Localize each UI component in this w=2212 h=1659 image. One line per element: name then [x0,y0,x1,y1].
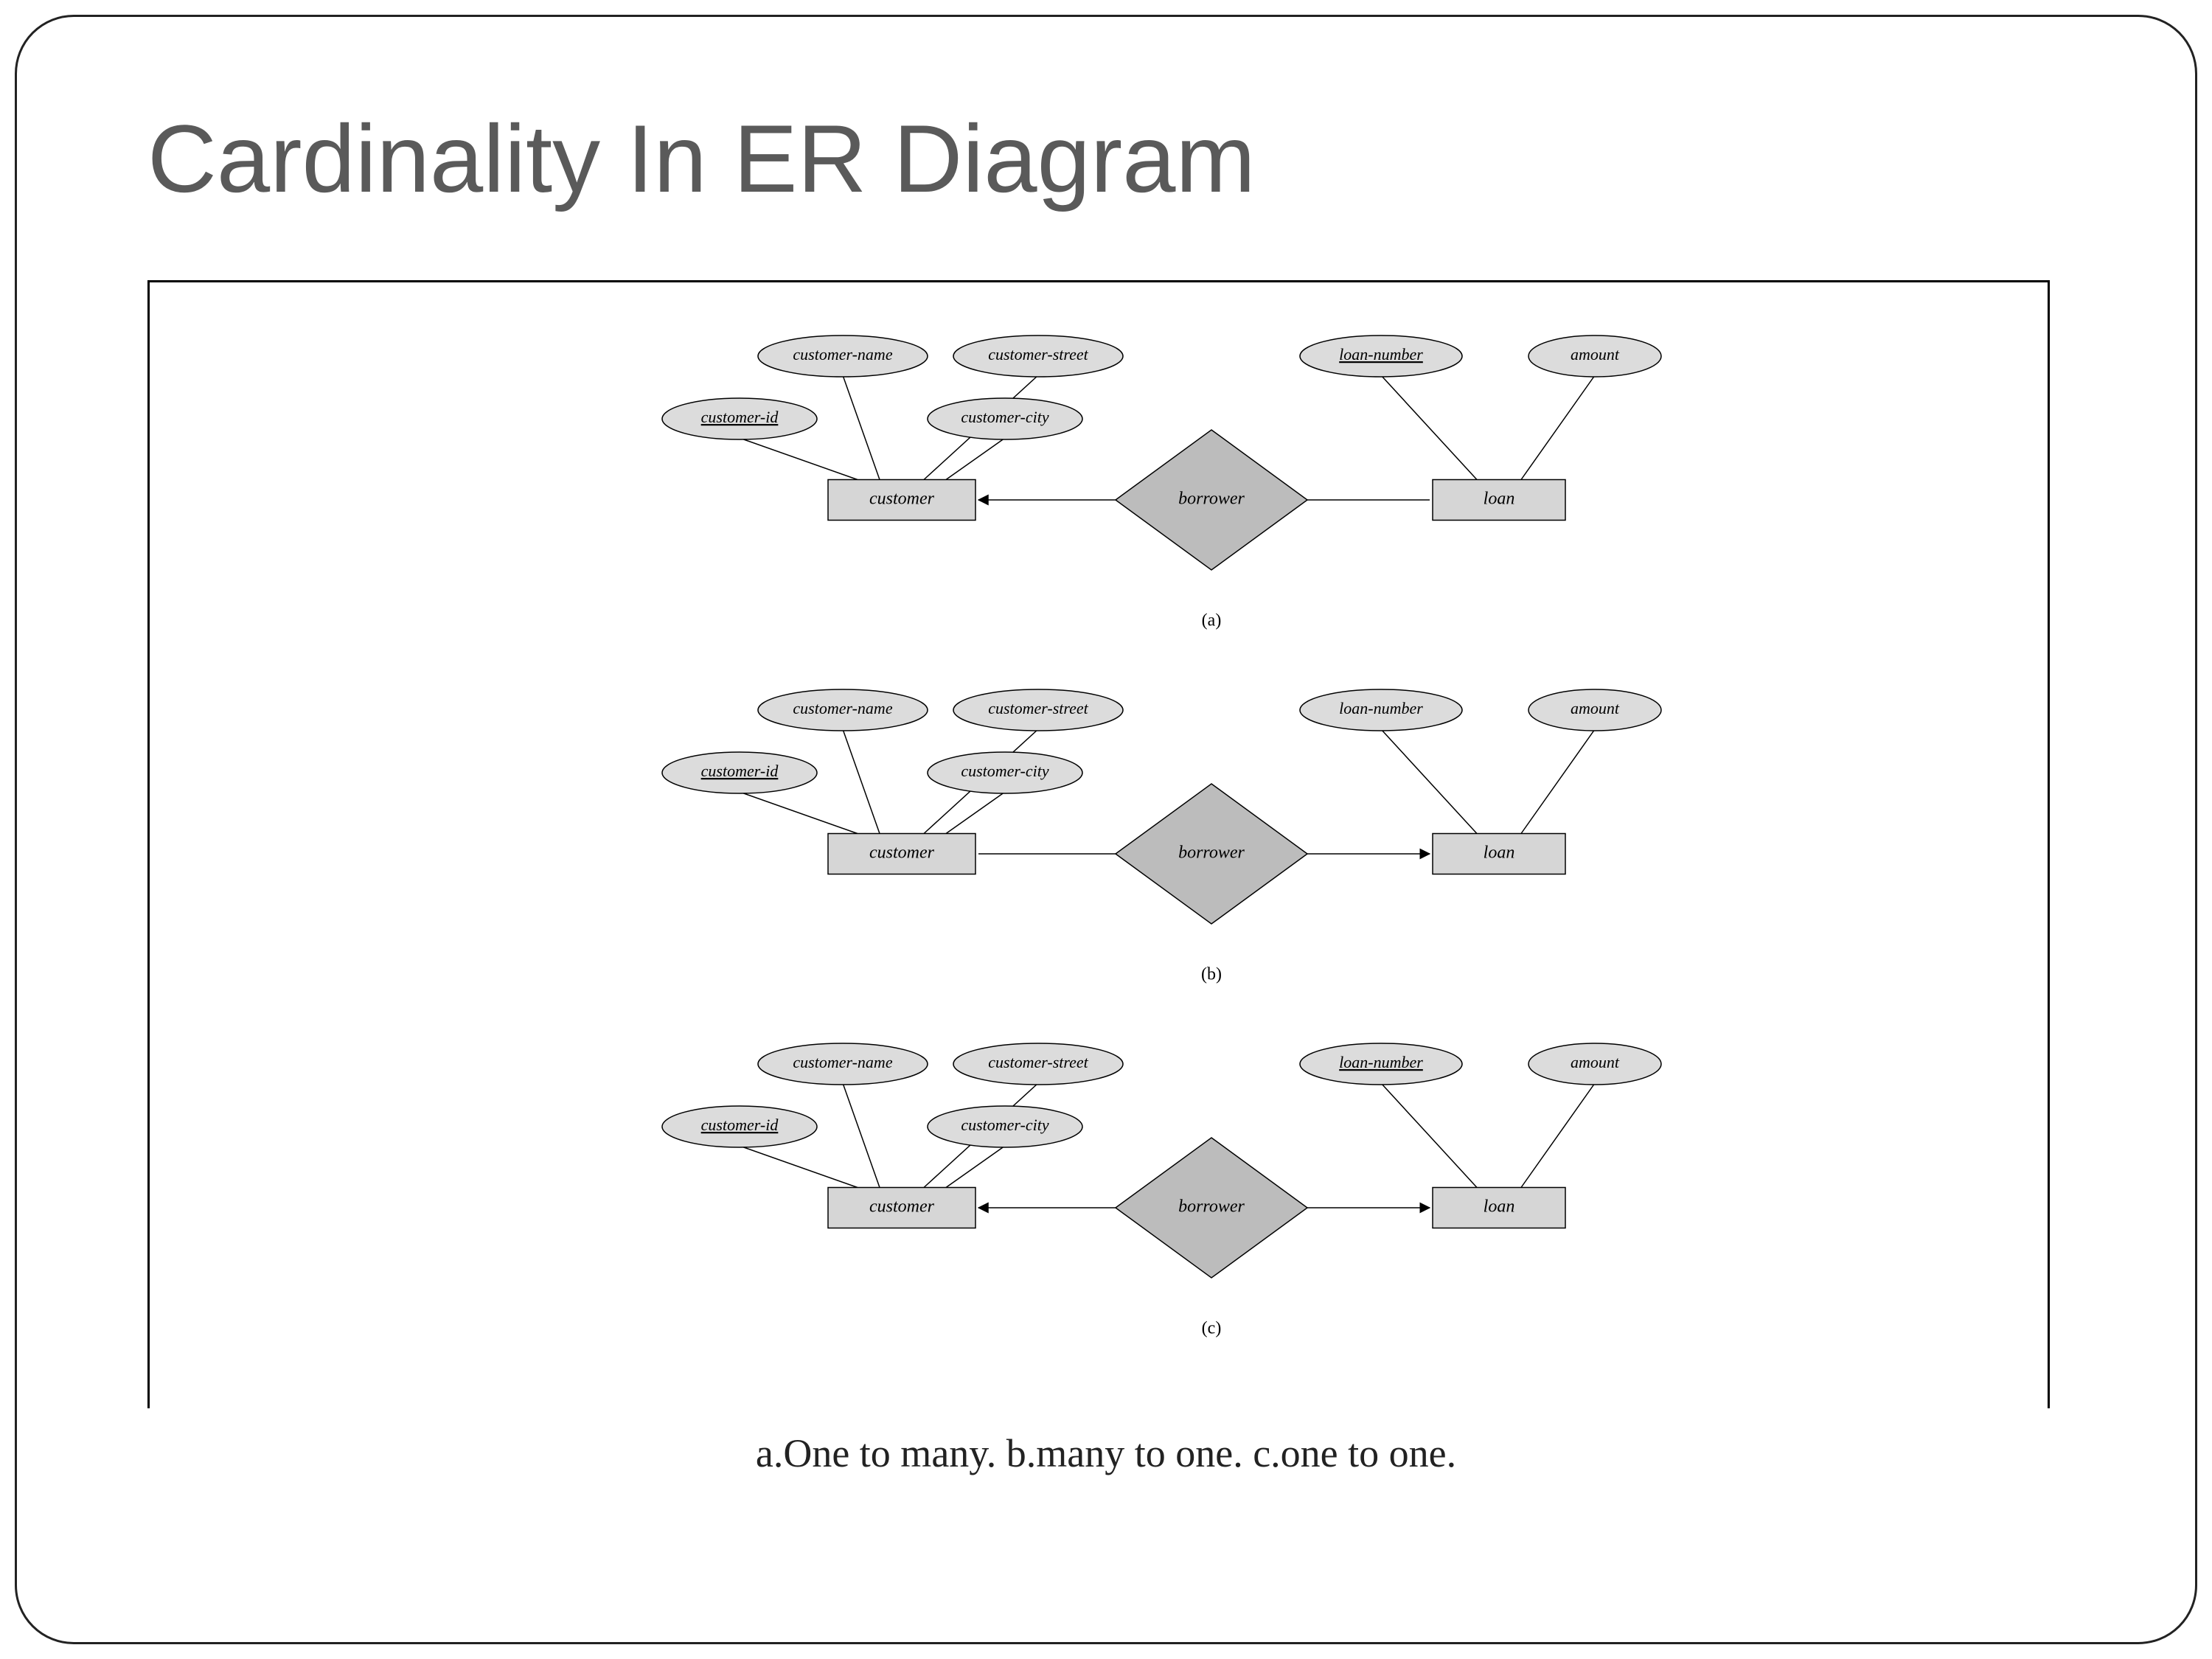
attr-customer-id-label: customer-id [701,408,779,426]
attr-edge [843,729,880,834]
entity-customer-label: customer [869,1197,935,1217]
attr-edge [740,1146,858,1188]
attr-edge [1381,1083,1477,1188]
attr-edge [946,438,1005,480]
attr-customer-name-label: customer-name [793,699,892,717]
attr-edge [1521,1083,1595,1188]
entity-loan-label: loan [1484,490,1515,509]
entity-loan-label: loan [1484,844,1515,863]
subfigure-tag: (a) [1202,611,1222,630]
relationship-borrower-label: borrower [1178,844,1245,863]
attr-edge [740,792,858,834]
attr-edge [1381,729,1477,834]
attr-amount-label: amount [1571,1053,1620,1071]
subfigure-tag: (c) [1202,1319,1222,1338]
entity-loan-label: loan [1484,1197,1515,1217]
entity-customer-label: customer [869,844,935,863]
attr-customer-street-label: customer-street [988,699,1088,717]
attr-customer-city-label: customer-city [961,408,1049,426]
attr-customer-street-label: customer-street [988,1053,1088,1071]
attr-customer-name-label: customer-name [793,1053,892,1071]
attr-edge [946,792,1005,834]
attr-amount-label: amount [1571,345,1620,364]
attr-customer-name-label: customer-name [793,345,892,364]
attr-customer-city-label: customer-city [961,762,1049,780]
attr-edge [946,1146,1005,1188]
relationship-borrower-label: borrower [1178,490,1245,509]
attr-edge [1521,729,1595,834]
page-title: Cardinality In ER Diagram [147,103,1256,214]
attr-edge [740,438,858,480]
caption: a.One to many. b.many to one. c.one to o… [0,1430,2212,1476]
attr-customer-id-label: customer-id [701,1116,779,1134]
attr-amount-label: amount [1571,699,1620,717]
attr-customer-street-label: customer-street [988,345,1088,364]
diagram-frame: customer-name customer-street customer-id c… [147,280,2050,1408]
attr-edge [843,1083,880,1188]
er-diagram-svg: customer-name customer-street customer-id c… [150,282,2052,1411]
attr-edge [1381,375,1477,480]
entity-customer-label: customer [869,490,935,509]
attr-edge [843,375,880,480]
attr-customer-id-label: customer-id [701,762,779,780]
attr-customer-city-label: customer-city [961,1116,1049,1134]
attr-loan-number-label: loan-number [1339,1053,1423,1071]
attr-edge [1521,375,1595,480]
attr-loan-number-label: loan-number [1339,699,1423,717]
attr-loan-number-label: loan-number [1339,345,1423,364]
relationship-borrower-label: borrower [1178,1197,1245,1217]
subfigure-tag: (b) [1201,965,1222,984]
